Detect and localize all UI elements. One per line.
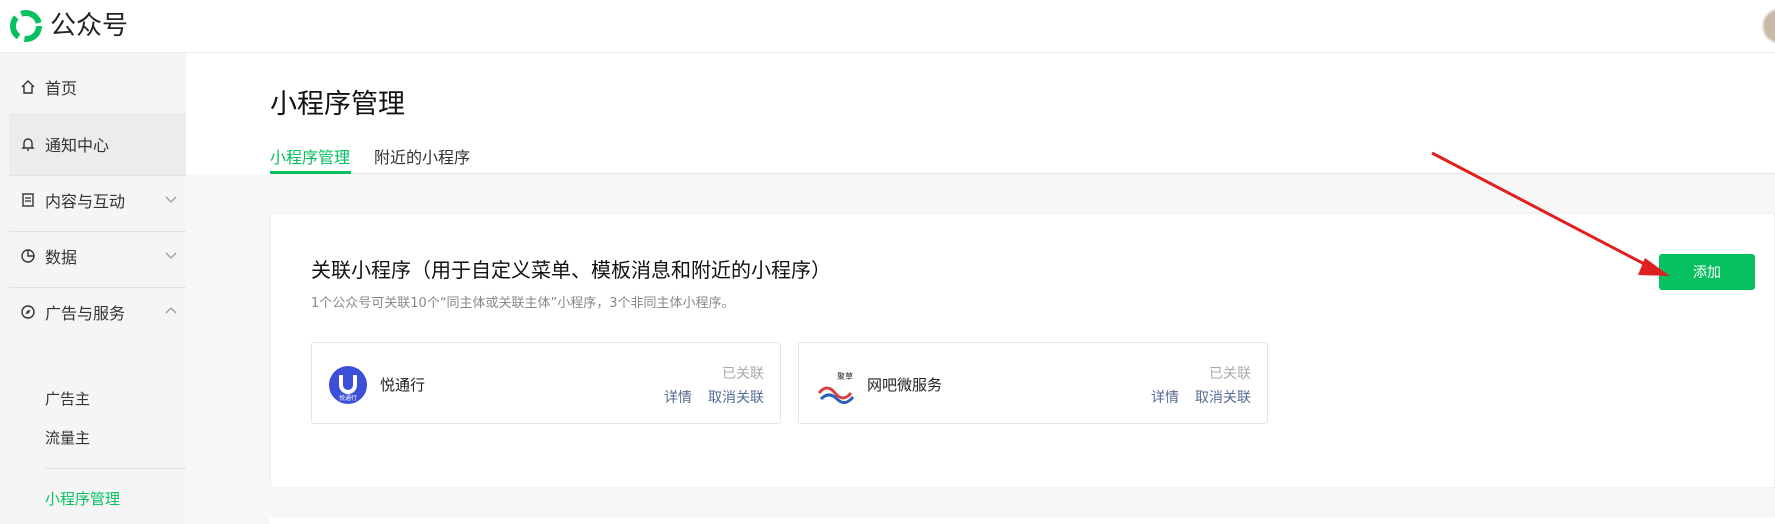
miniprogram-name: 网吧微服务	[867, 376, 943, 394]
sidebar-subitem-advertiser[interactable]: 广告主	[45, 388, 90, 409]
divider	[45, 468, 186, 469]
sidebar-item-label: 首页	[45, 79, 78, 98]
miniprogram-name: 悦通行	[380, 376, 426, 394]
svg-text:悦通行: 悦通行	[339, 394, 357, 402]
chevron-down-icon[interactable]	[164, 192, 178, 206]
chevron-up-icon[interactable]	[164, 304, 178, 318]
tab-bar: 小程序管理 附近的小程序	[270, 140, 1775, 174]
sidebar-item-data[interactable]: 数据	[9, 225, 186, 287]
next-card	[270, 517, 1775, 524]
link-status: 已关联	[1209, 366, 1251, 382]
sidebar-item-label: 数据	[45, 248, 78, 267]
section-title: 关联小程序（用于自定义菜单、模板消息和附近的小程序）	[311, 258, 831, 282]
svg-text:聚草: 聚草	[837, 371, 853, 381]
sidebar-item-ads-services[interactable]: 广告与服务	[9, 281, 186, 343]
sidebar-item-label: 广告与服务	[45, 304, 126, 323]
wechat-logo-icon[interactable]	[9, 9, 43, 43]
sidebar-subitem-miniprogram-manage[interactable]: 小程序管理	[45, 488, 120, 509]
sidebar: 首页 通知中心 内容与互动 数据 广告与服务 广告主 流量主 小程序管理	[0, 53, 186, 524]
section-description: 1个公众号可关联10个“同主体或关联主体”小程序，3个非同主体小程序。	[311, 296, 735, 311]
miniprogram-card: 悦通行 悦通行 已关联 详情 取消关联	[311, 342, 781, 424]
avatar[interactable]	[1762, 8, 1775, 44]
details-link[interactable]: 详情	[1151, 387, 1179, 407]
top-header: 公众号	[0, 0, 1775, 53]
compass-icon	[19, 303, 37, 321]
sidebar-item-label: 通知中心	[45, 136, 110, 155]
home-icon	[19, 78, 37, 96]
brand-title[interactable]: 公众号	[50, 9, 128, 43]
tab-miniprogram-manage[interactable]: 小程序管理	[270, 144, 350, 168]
sidebar-item-content[interactable]: 内容与互动	[9, 169, 186, 231]
sidebar-item-home[interactable]: 首页	[9, 56, 186, 118]
document-icon	[19, 191, 37, 209]
linked-miniprograms-card: 关联小程序（用于自定义菜单、模板消息和附近的小程序） 1个公众号可关联10个“同…	[270, 213, 1775, 488]
miniprogram-card: 聚草 网吧微服务 已关联 详情 取消关联	[798, 342, 1268, 424]
miniprogram-logo-icon: 聚草	[815, 365, 855, 405]
add-button[interactable]: 添加	[1659, 254, 1755, 290]
miniprogram-logo-icon: 悦通行	[329, 366, 367, 404]
page-title: 小程序管理	[270, 89, 405, 120]
chevron-down-icon[interactable]	[164, 248, 178, 262]
sidebar-item-notifications[interactable]: 通知中心	[9, 113, 186, 175]
details-link[interactable]: 详情	[664, 387, 692, 407]
sidebar-item-label: 内容与互动	[45, 192, 126, 211]
pie-chart-icon	[19, 247, 37, 265]
unlink-link[interactable]: 取消关联	[1195, 387, 1251, 407]
tab-nearby-miniprogram[interactable]: 附近的小程序	[374, 144, 470, 168]
unlink-link[interactable]: 取消关联	[708, 387, 764, 407]
sidebar-subitem-traffic[interactable]: 流量主	[45, 427, 90, 448]
link-status: 已关联	[722, 366, 764, 382]
bell-icon	[19, 135, 37, 153]
tab-active-indicator	[270, 171, 351, 174]
